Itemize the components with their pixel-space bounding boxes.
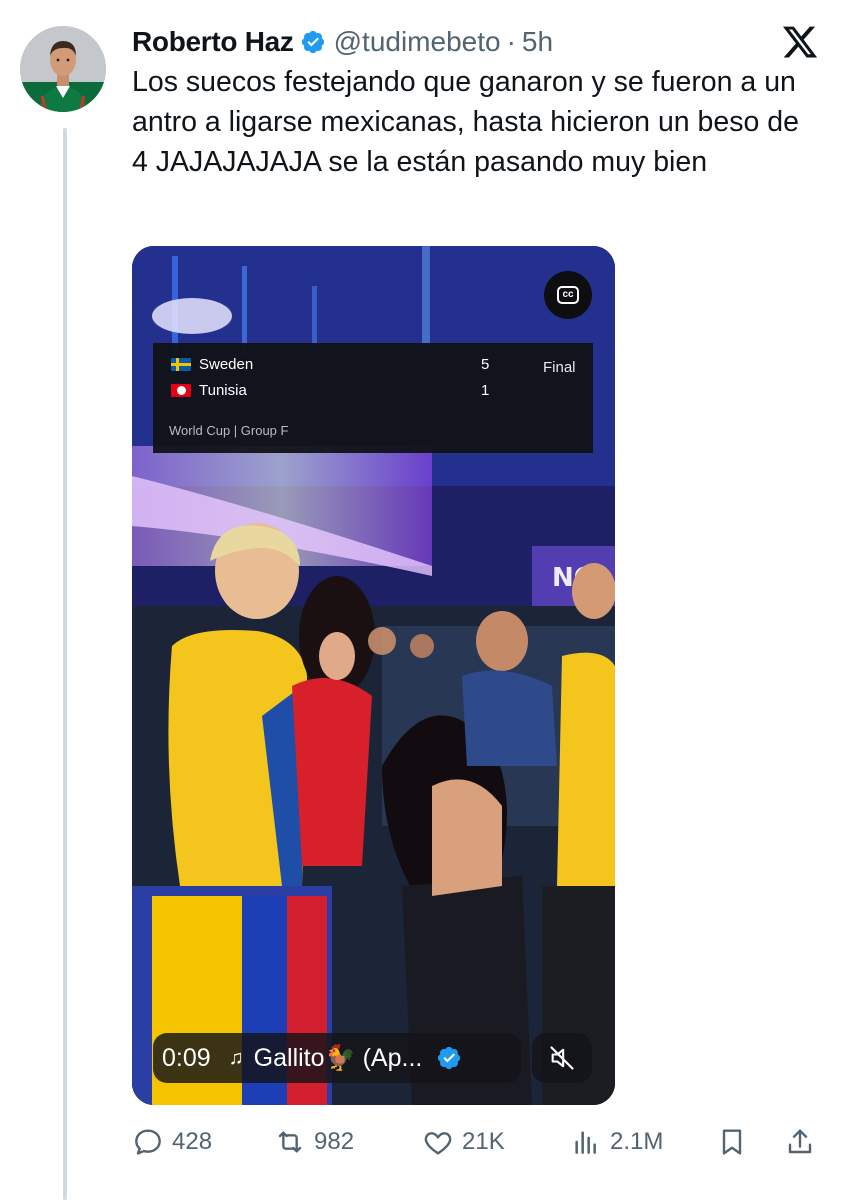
music-note-icon: ♫ [228,1046,244,1069]
repost-icon [278,1131,302,1153]
team-row-sweden: Sweden [171,356,253,373]
mute-icon [550,1046,574,1070]
reply-icon [135,1129,161,1155]
mute-button[interactable] [532,1033,592,1083]
video-player[interactable]: NO cc Sweden 5 Tunisia 1 Final World Cup… [132,246,615,1105]
team1-name: Sweden [199,356,254,373]
separator-dot: · [506,26,516,57]
team2-name: Tunisia [199,382,247,399]
cc-icon: cc [557,286,579,304]
like-count: 21K [462,1128,505,1155]
like-icon [424,1132,452,1155]
post-text: Los suecos festejando que ganaron y se f… [132,66,799,178]
x-logo-icon[interactable] [781,23,819,61]
action-bar: 428 982 21K 2.1M [132,1120,822,1164]
share-button[interactable] [784,1120,824,1164]
share-icon [788,1129,812,1154]
score-card: Sweden 5 Tunisia 1 Final World Cup | Gro… [153,343,593,453]
competition-label: World Cup | Group F [169,423,289,438]
like-button[interactable]: 21K [422,1120,505,1164]
reply-button[interactable]: 428 [132,1120,212,1164]
bookmark-icon [722,1129,742,1155]
team2-score: 1 [481,382,490,399]
views-button[interactable]: 2.1M [570,1120,663,1164]
post-time[interactable]: 5h [522,26,553,58]
author-name[interactable]: Roberto Haz [132,26,294,58]
sweden-flag-icon [171,358,191,371]
match-status: Final [543,359,576,376]
video-time: 0:09 [162,1043,211,1072]
verified-badge-icon [301,30,324,54]
author-handle[interactable]: @tudimebeto [334,26,501,58]
tunisia-flag-icon [171,384,191,397]
avatar[interactable] [20,26,106,112]
captions-button[interactable]: cc [544,271,592,319]
views-icon [575,1131,596,1154]
bookmark-button[interactable] [716,1120,756,1164]
repost-count: 982 [314,1128,355,1155]
repost-button[interactable]: 982 [274,1120,354,1164]
verified-badge-icon [438,1046,461,1070]
team1-score: 5 [481,356,490,373]
team-row-tunisia: Tunisia [171,382,247,399]
thread-line [63,128,67,1200]
video-info-bar[interactable]: 0:09 ♫ Gallito🐓 (Ap... [153,1033,521,1083]
view-count: 2.1M [610,1128,664,1155]
post-header: Roberto Haz @tudimebeto · 5h [132,22,553,62]
channel-name[interactable]: Gallito🐓 (Ap... [254,1044,423,1073]
reply-count: 428 [172,1128,213,1155]
